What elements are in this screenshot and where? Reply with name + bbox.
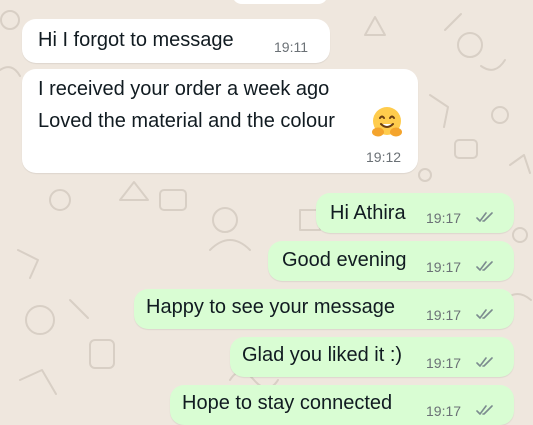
outgoing-message-bubble[interactable]: Glad you liked it :) 19:17 [230, 337, 514, 377]
message-text: Happy to see your message [146, 296, 396, 318]
message-time: 19:17 [426, 210, 462, 226]
message-time: 19:17 [426, 403, 462, 419]
outgoing-message-bubble[interactable]: Hi Athira 19:17 [316, 193, 514, 233]
previous-message-bubble [232, 0, 328, 4]
incoming-message-bubble[interactable]: I received your order a week ago Loved t… [22, 69, 418, 173]
message-time: 19:17 [426, 259, 462, 275]
message-text: Good evening [282, 249, 407, 271]
outgoing-message-bubble[interactable]: Hope to stay connected 19:17 [170, 385, 514, 425]
message-time: 19:12 [366, 149, 402, 165]
message-text: Glad you liked it :) [242, 344, 403, 366]
message-time: 19:11 [274, 39, 308, 55]
message-text-line: I received your order a week ago [38, 78, 330, 100]
outgoing-message-bubble[interactable]: Happy to see your message 19:17 [134, 289, 514, 329]
message-time: 19:17 [426, 355, 462, 371]
message-text-line: Loved the material and the colour [38, 110, 335, 132]
message-text: Hi Athira [330, 202, 406, 224]
read-double-tick-icon [476, 309, 493, 319]
incoming-message-bubble[interactable]: Hi I forgot to message 19:11 [22, 19, 330, 63]
read-double-tick-icon [476, 405, 493, 415]
read-double-tick-icon [476, 357, 493, 367]
read-double-tick-icon [476, 261, 493, 271]
hugging-face-emoji-icon [372, 107, 402, 137]
outgoing-message-bubble[interactable]: Good evening 19:17 [268, 241, 514, 281]
read-double-tick-icon [476, 212, 493, 222]
message-time: 19:17 [426, 307, 462, 323]
message-text: Hope to stay connected [182, 392, 393, 414]
message-text: Hi I forgot to message [38, 29, 234, 51]
